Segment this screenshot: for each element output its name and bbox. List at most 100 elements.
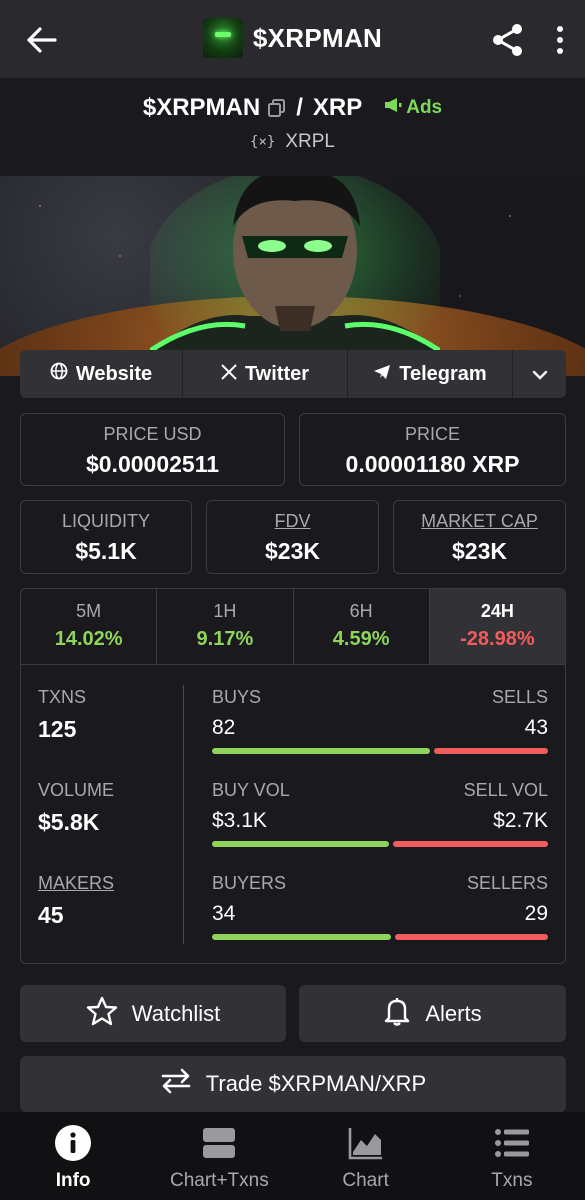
copy-icon[interactable] xyxy=(268,99,286,117)
nav-info-label: Info xyxy=(55,1170,91,1191)
sellers-bar xyxy=(395,934,548,940)
volume-value: $5.8K xyxy=(38,809,100,835)
more-links-button[interactable] xyxy=(513,350,566,398)
volume-label: VOLUME xyxy=(38,780,115,800)
alerts-label: Alerts xyxy=(425,1000,482,1026)
fdv-card[interactable]: FDV $23K xyxy=(206,500,379,574)
star-icon xyxy=(86,996,118,1032)
app-bar: $XRPMAN xyxy=(0,0,585,78)
nav-chart-txns-label: Chart+Txns xyxy=(170,1170,269,1191)
txns-label: TXNS xyxy=(38,687,87,707)
token-banner-image xyxy=(0,176,585,376)
liquidity-label: LIQUIDITY xyxy=(61,511,150,531)
tab-change: 9.17% xyxy=(196,628,254,650)
price-usd-card: PRICE USD $0.00002511 xyxy=(20,413,285,486)
market-cap-card[interactable]: MARKET CAP $23K xyxy=(393,500,566,574)
trade-button[interactable]: Trade $XRPMAN/XRP xyxy=(20,1056,566,1112)
liquidity-value: $5.1K xyxy=(75,538,137,564)
price-native-value: 0.00001180 XRP xyxy=(345,451,520,477)
chain-line: {×} XRPL xyxy=(0,131,585,153)
tab-5m[interactable]: 5M 14.02% xyxy=(21,589,158,664)
globe-icon xyxy=(50,362,68,386)
swap-arrows-icon xyxy=(160,1068,192,1100)
ads-link[interactable]: Ads xyxy=(384,97,442,119)
liquidity-card: LIQUIDITY $5.1K xyxy=(20,500,192,574)
makers-value: 45 xyxy=(38,902,64,928)
pair-header xyxy=(0,78,585,176)
quote-symbol: XRP xyxy=(312,94,363,121)
volume-stat: VOLUME $5.8K xyxy=(38,780,114,836)
price-usd-value: $0.00002511 xyxy=(85,451,220,477)
chart-txns-icon xyxy=(200,1124,238,1162)
tab-change: -28.98% xyxy=(460,628,535,650)
txns-value: 125 xyxy=(38,716,77,742)
fdv-value: $23K xyxy=(265,538,320,564)
twitter-link[interactable]: Twitter xyxy=(183,350,348,398)
trade-label: Trade $XRPMAN/XRP xyxy=(205,1071,427,1096)
paper-plane-icon xyxy=(373,363,391,386)
sells-bar xyxy=(434,748,548,754)
volume-split-bar xyxy=(212,841,548,847)
buyers-label: BUYERS xyxy=(212,873,287,893)
buyers-sellers-row: BUYERS SELLERS 34 29 xyxy=(212,873,548,940)
buys-label: BUYS xyxy=(212,687,262,707)
price-usd-label: PRICE USD xyxy=(103,424,202,444)
nav-chart-label: Chart xyxy=(342,1170,389,1191)
makers-stat[interactable]: MAKERS 45 xyxy=(38,873,114,929)
chevron-down-icon xyxy=(532,363,548,386)
bell-icon xyxy=(383,996,411,1032)
website-label: Website xyxy=(75,362,153,385)
buyers-value: 34 xyxy=(212,902,236,925)
buys-bar xyxy=(212,748,430,754)
tab-24h[interactable]: 24H -28.98% xyxy=(429,589,565,664)
telegram-link[interactable]: Telegram xyxy=(348,350,513,398)
sell-vol-value: $2.7K xyxy=(493,809,548,832)
stats-panel: 5M 14.02% 1H 9.17% 6H 4.59% 24H -28.98% … xyxy=(20,588,566,964)
more-vert-icon[interactable] xyxy=(548,22,572,58)
sells-value: 43 xyxy=(524,716,548,739)
sell-vol-bar xyxy=(393,841,548,847)
buy-vol-bar xyxy=(212,841,389,847)
buyers-bar xyxy=(212,934,391,940)
chart-icon xyxy=(347,1124,385,1162)
txns-stat: TXNS 125 xyxy=(38,687,86,743)
timeframe-tabs: 5M 14.02% 1H 9.17% 6H 4.59% 24H -28.98% xyxy=(21,589,565,665)
chain-name: XRPL xyxy=(285,131,335,152)
buys-value: 82 xyxy=(212,716,236,739)
fdv-label[interactable]: FDV xyxy=(207,511,378,532)
tab-1h[interactable]: 1H 9.17% xyxy=(157,589,294,664)
token-logo xyxy=(202,18,243,58)
watchlist-button[interactable]: Watchlist xyxy=(20,985,286,1042)
social-links-bar: Website Twitter Telegram xyxy=(20,350,566,398)
pair-line: $XRPMAN / XRP Ads xyxy=(0,94,585,122)
app-bar-title: $XRPMAN xyxy=(252,22,383,53)
nav-txns[interactable]: Txns xyxy=(439,1112,585,1200)
base-symbol: $XRPMAN xyxy=(142,94,261,121)
market-cap-label[interactable]: MARKET CAP xyxy=(394,511,565,532)
buy-vol-value: $3.1K xyxy=(212,809,267,832)
market-cap-value: $23K xyxy=(452,538,507,564)
nav-chart[interactable]: Chart xyxy=(293,1112,439,1200)
sell-vol-label: SELL VOL xyxy=(463,780,548,800)
alerts-button[interactable]: Alerts xyxy=(299,985,566,1042)
megaphone-icon xyxy=(384,97,402,119)
nav-info[interactable]: Info xyxy=(0,1112,146,1200)
watchlist-label: Watchlist xyxy=(131,1000,221,1026)
makers-label[interactable]: MAKERS xyxy=(38,873,114,894)
bottom-navigation: Info Chart+Txns Chart Txns xyxy=(0,1112,585,1200)
sellers-value: 29 xyxy=(524,902,548,925)
sells-label: SELLS xyxy=(491,687,548,707)
buys-sells-bar xyxy=(212,748,548,754)
website-link[interactable]: Website xyxy=(20,350,183,398)
nav-chart-txns[interactable]: Chart+Txns xyxy=(146,1112,292,1200)
telegram-label: Telegram xyxy=(399,362,487,385)
tab-label: 1H xyxy=(213,601,237,621)
share-icon[interactable] xyxy=(490,22,526,58)
ads-label: Ads xyxy=(406,97,443,118)
buy-vol-label: BUY VOL xyxy=(212,780,290,800)
list-icon xyxy=(493,1124,531,1162)
pair-slash: / xyxy=(296,94,303,121)
twitter-label: Twitter xyxy=(244,362,310,385)
price-native-label: PRICE xyxy=(404,424,460,444)
tab-6h[interactable]: 6H 4.59% xyxy=(294,589,430,664)
